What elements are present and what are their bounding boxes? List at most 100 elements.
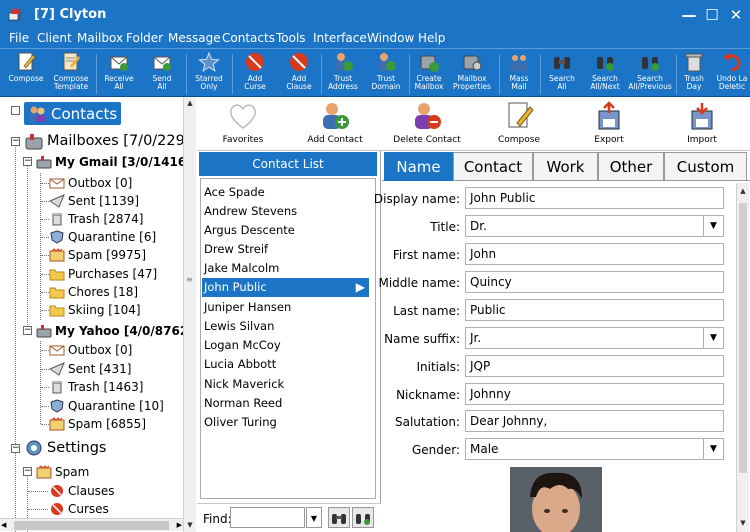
tree-folder-gmail-outbox[interactable]: Outbox [0] xyxy=(49,174,132,192)
toolbar-trust-address-button[interactable]: Trust Address xyxy=(324,51,362,96)
scroll-left-icon[interactable]: ◀ xyxy=(1,519,6,532)
find-next-button[interactable] xyxy=(328,507,350,528)
tree-folder-gmail-spam[interactable]: Spam [9975] xyxy=(49,246,146,264)
tree-folder-gmail-purchases[interactable]: Purchases [47] xyxy=(49,265,157,283)
toolbar-undo-delete-button[interactable]: Undo La Deletic xyxy=(714,51,750,96)
find-input[interactable] xyxy=(230,507,305,528)
contact-list-item[interactable]: Drew Streif xyxy=(202,240,369,259)
tree-folder-gmail-trash[interactable]: Trash [2874] xyxy=(49,210,143,228)
yahoo-expander[interactable]: − xyxy=(23,326,32,335)
scroll-up-icon[interactable]: ▲ xyxy=(737,185,749,198)
toolbar-send-all-button[interactable]: Send All xyxy=(144,51,180,96)
contact-list-item[interactable]: Norman Reed xyxy=(202,394,369,413)
tree-folder-gmail-sent[interactable]: Sent [1139] xyxy=(49,192,139,210)
toolbar-search-next-button[interactable]: Search All/Next xyxy=(586,51,624,96)
tab-custom[interactable]: Custom xyxy=(664,152,747,181)
minimize-button[interactable]: — xyxy=(678,4,700,26)
menu-file[interactable]: File xyxy=(9,31,29,45)
mailboxes-expander[interactable]: − xyxy=(11,137,20,146)
toolbar-mailbox-properties-button[interactable]: Mailbox Properties xyxy=(450,51,494,96)
tree-folder-gmail-skiing[interactable]: Skiing [104] xyxy=(49,301,141,319)
find-previous-button[interactable] xyxy=(352,507,374,528)
delete-contact-button[interactable]: Delete Contact xyxy=(387,101,467,145)
contact-list-item[interactable]: Andrew Stevens xyxy=(202,202,369,221)
tree-folder-gmail-quarantine[interactable]: Quarantine [6] xyxy=(49,228,156,246)
menu-help[interactable]: Help xyxy=(418,31,445,45)
compose-contact-button[interactable]: Compose xyxy=(490,101,548,145)
middle-name-field[interactable]: Quincy xyxy=(465,271,724,293)
tree-folder-yahoo-outbox[interactable]: Outbox [0] xyxy=(49,341,132,359)
toolbar-create-mailbox-button[interactable]: Create Mailbox xyxy=(411,51,447,96)
tree-mailbox-yahoo[interactable]: My Yahoo [4/0/8762] xyxy=(36,322,194,340)
toolbar-add-clause-button[interactable]: Add Clause xyxy=(281,51,317,96)
toolbar-compose-template-button[interactable]: Compose Template xyxy=(51,51,91,96)
salutation-field[interactable]: Dear Johnny, xyxy=(465,410,724,432)
toolbar-compose-button[interactable]: Compose xyxy=(5,51,47,96)
nickname-field[interactable]: Johnny xyxy=(465,383,724,405)
find-dropdown-icon[interactable]: ▼ xyxy=(306,507,322,528)
scroll-up-icon[interactable]: ▲ xyxy=(184,97,196,110)
title-select[interactable]: Dr. ▼ xyxy=(465,215,724,237)
tree-folder-yahoo-quarantine[interactable]: Quarantine [10] xyxy=(49,397,164,415)
chevron-down-icon[interactable]: ▼ xyxy=(703,216,723,236)
scroll-down-icon[interactable]: ▼ xyxy=(184,519,196,532)
menu-client[interactable]: Client xyxy=(37,31,72,45)
menu-tools[interactable]: Tools xyxy=(276,31,306,45)
tree-settings-clauses[interactable]: Clauses xyxy=(49,482,115,500)
tab-work[interactable]: Work xyxy=(533,152,598,181)
menu-interface[interactable]: Interface xyxy=(313,31,367,45)
contact-list-item[interactable]: Ace Spade xyxy=(202,183,369,202)
scroll-down-icon[interactable]: ▼ xyxy=(737,517,749,530)
tree-folder-gmail-chores[interactable]: Chores [18] xyxy=(49,283,138,301)
contact-list-item[interactable]: Argus Descente xyxy=(202,221,369,240)
toolbar-add-curse-button[interactable]: Add Curse xyxy=(237,51,273,96)
detail-scrollbar[interactable]: ▲ ▼ xyxy=(736,183,749,532)
scroll-thumb[interactable] xyxy=(739,203,747,473)
tree-scrollbar[interactable]: ▲ ▼ xyxy=(183,97,196,532)
contact-list-item[interactable]: Oliver Turing xyxy=(202,413,369,432)
menu-message[interactable]: Message xyxy=(168,31,221,45)
tree-mailbox-gmail[interactable]: My Gmail [3/0/14168 xyxy=(36,153,195,171)
tree-settings-curses[interactable]: Curses xyxy=(49,500,109,518)
toolbar-trash-day-button[interactable]: Trash Day xyxy=(679,51,709,96)
add-contact-button[interactable]: Add Contact xyxy=(300,101,370,145)
scroll-thumb[interactable] xyxy=(14,521,169,530)
menu-window[interactable]: Window xyxy=(367,31,414,45)
menu-folder[interactable]: Folder xyxy=(126,31,163,45)
display-name-field[interactable]: John Public xyxy=(465,187,724,209)
tree-folder-yahoo-spam[interactable]: Spam [6855] xyxy=(49,415,146,433)
menu-contacts[interactable]: Contacts xyxy=(222,31,275,45)
contact-list-item[interactable]: Nick Maverick xyxy=(202,375,369,394)
toolbar-starred-only-button[interactable]: Starred Only xyxy=(191,51,227,96)
tree-mailboxes[interactable]: Mailboxes [7/0/2293 xyxy=(24,132,194,150)
tree-folder-yahoo-sent[interactable]: Sent [431] xyxy=(49,360,131,378)
favorites-button[interactable]: Favorites xyxy=(214,101,272,145)
tab-contact[interactable]: Contact xyxy=(453,152,533,181)
first-name-field[interactable]: John xyxy=(465,243,724,265)
contact-list-item[interactable]: Jake Malcolm xyxy=(202,259,369,278)
settings-expander[interactable]: − xyxy=(11,444,20,453)
last-name-field[interactable]: Public xyxy=(465,299,724,321)
gender-select[interactable]: Male ▼ xyxy=(465,438,724,460)
export-button[interactable]: Export xyxy=(580,101,638,145)
tree-settings-spam[interactable]: Spam xyxy=(36,463,89,481)
tab-other[interactable]: Other xyxy=(598,152,664,181)
splitter-grip[interactable]: ≡ xyxy=(185,275,194,285)
menu-mailbox[interactable]: Mailbox xyxy=(77,31,123,45)
contact-list-item[interactable]: Lewis Silvan xyxy=(202,317,369,336)
spam-settings-expander[interactable]: − xyxy=(23,467,32,476)
toolbar-receive-all-button[interactable]: Receive All xyxy=(101,51,137,96)
contact-photo[interactable] xyxy=(510,467,602,532)
contact-list-item[interactable]: Logan McCoy xyxy=(202,336,369,355)
toolbar-search-previous-button[interactable]: Search All/Previous xyxy=(628,51,672,96)
import-button[interactable]: Import xyxy=(673,101,731,145)
name-suffix-select[interactable]: Jr. ▼ xyxy=(465,327,724,349)
chevron-down-icon[interactable]: ▼ xyxy=(703,439,723,459)
chevron-down-icon[interactable]: ▼ xyxy=(703,328,723,348)
close-button[interactable]: ✕ xyxy=(725,4,747,26)
toolbar-search-all-button[interactable]: Search All xyxy=(544,51,580,96)
tree-horizontal-scrollbar[interactable]: ◀ ▶ xyxy=(0,518,183,531)
contact-list-item-selected[interactable]: John Public ▶ xyxy=(202,278,369,297)
contact-list-item[interactable]: Lucia Abbott xyxy=(202,355,369,374)
contact-list-item[interactable]: Juniper Hansen xyxy=(202,298,369,317)
